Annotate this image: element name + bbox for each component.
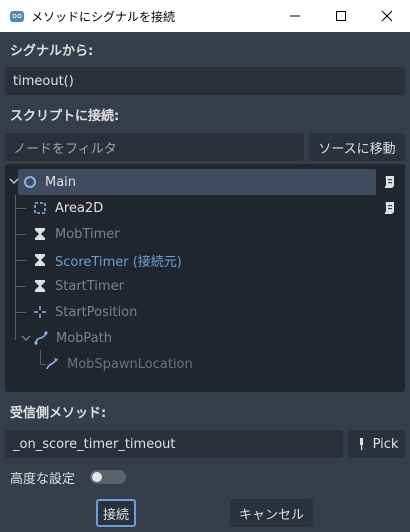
window-title: メソッドにシグナルを接続 (31, 9, 176, 24)
minimize-icon (290, 15, 300, 17)
maximize-button[interactable] (318, 0, 364, 32)
connect-button[interactable]: 接続 (96, 499, 136, 527)
close-icon (381, 10, 393, 22)
tree-node-mobspawnlocation[interactable]: MobSpawnLocation (44, 352, 193, 376)
receiver-method-input[interactable]: _on_score_timer_timeout (5, 430, 343, 458)
tree-connector (40, 350, 41, 365)
collapse-arrow-icon[interactable] (9, 176, 19, 186)
signal-section-label: シグナルから: (10, 44, 94, 59)
tree-node-label: ScoreTimer (接続元) (55, 254, 182, 270)
tree-node-label: StartPosition (55, 304, 138, 320)
tree-node-label: Area2D (55, 200, 104, 216)
tree-node-label: MobPath (56, 330, 112, 346)
tree-connector (15, 208, 26, 209)
signal-field: timeout() (5, 67, 405, 95)
title-bar: メソッドにシグナルを接続 (0, 0, 410, 32)
timer-icon (32, 278, 48, 294)
tree-node-mobpath[interactable]: MobPath (33, 326, 112, 350)
tree-node-label: MobTimer (55, 226, 120, 242)
pick-button[interactable]: Pick (348, 430, 405, 458)
godot-app-icon (10, 11, 24, 22)
area2d-icon (32, 200, 48, 216)
maximize-icon (336, 11, 346, 21)
go-to-source-button[interactable]: ソースに移動 (309, 133, 405, 161)
tree-node-starttimer[interactable]: StartTimer (32, 274, 124, 298)
timer-icon (32, 252, 48, 268)
tree-node-label: MobSpawnLocation (67, 356, 193, 372)
pick-label: Pick (372, 436, 399, 452)
tree-node-label: StartTimer (55, 278, 124, 294)
tree-node-area2d[interactable]: Area2D (32, 196, 103, 220)
tree-node-startposition[interactable]: StartPosition (32, 300, 137, 324)
cancel-button[interactable]: キャンセル (230, 499, 313, 527)
advanced-toggle[interactable] (90, 470, 126, 484)
pathfollow-icon (44, 356, 60, 372)
minimize-button[interactable] (272, 0, 318, 32)
tree-connector (15, 260, 26, 261)
toggle-knob (92, 472, 102, 482)
tree-connector (15, 234, 26, 235)
script-icon[interactable] (382, 174, 398, 190)
script-section-label: スクリプトに接続: (10, 109, 120, 124)
tree-connector (15, 195, 16, 340)
pipette-icon (359, 438, 363, 450)
tree-connector (15, 286, 26, 287)
advanced-label: 高度な設定 (10, 472, 76, 487)
receiver-section-label: 受信側メソッド: (10, 406, 107, 421)
tree-connector (15, 312, 26, 313)
tree-node-scoretimer[interactable]: ScoreTimer (接続元) (32, 248, 182, 272)
node-filter-input[interactable]: ノードをフィルタ (5, 133, 304, 161)
collapse-arrow-icon[interactable] (21, 333, 31, 343)
tree-node-main[interactable]: Main (22, 170, 76, 194)
path2d-icon (33, 330, 49, 346)
tree-node-label: Main (45, 174, 77, 190)
position2d-icon (32, 304, 48, 320)
close-button[interactable] (364, 0, 410, 32)
tree-node-mobtimer[interactable]: MobTimer (32, 222, 120, 246)
script-icon[interactable] (382, 200, 398, 216)
timer-icon (32, 226, 48, 242)
node-circle-icon (22, 174, 38, 190)
